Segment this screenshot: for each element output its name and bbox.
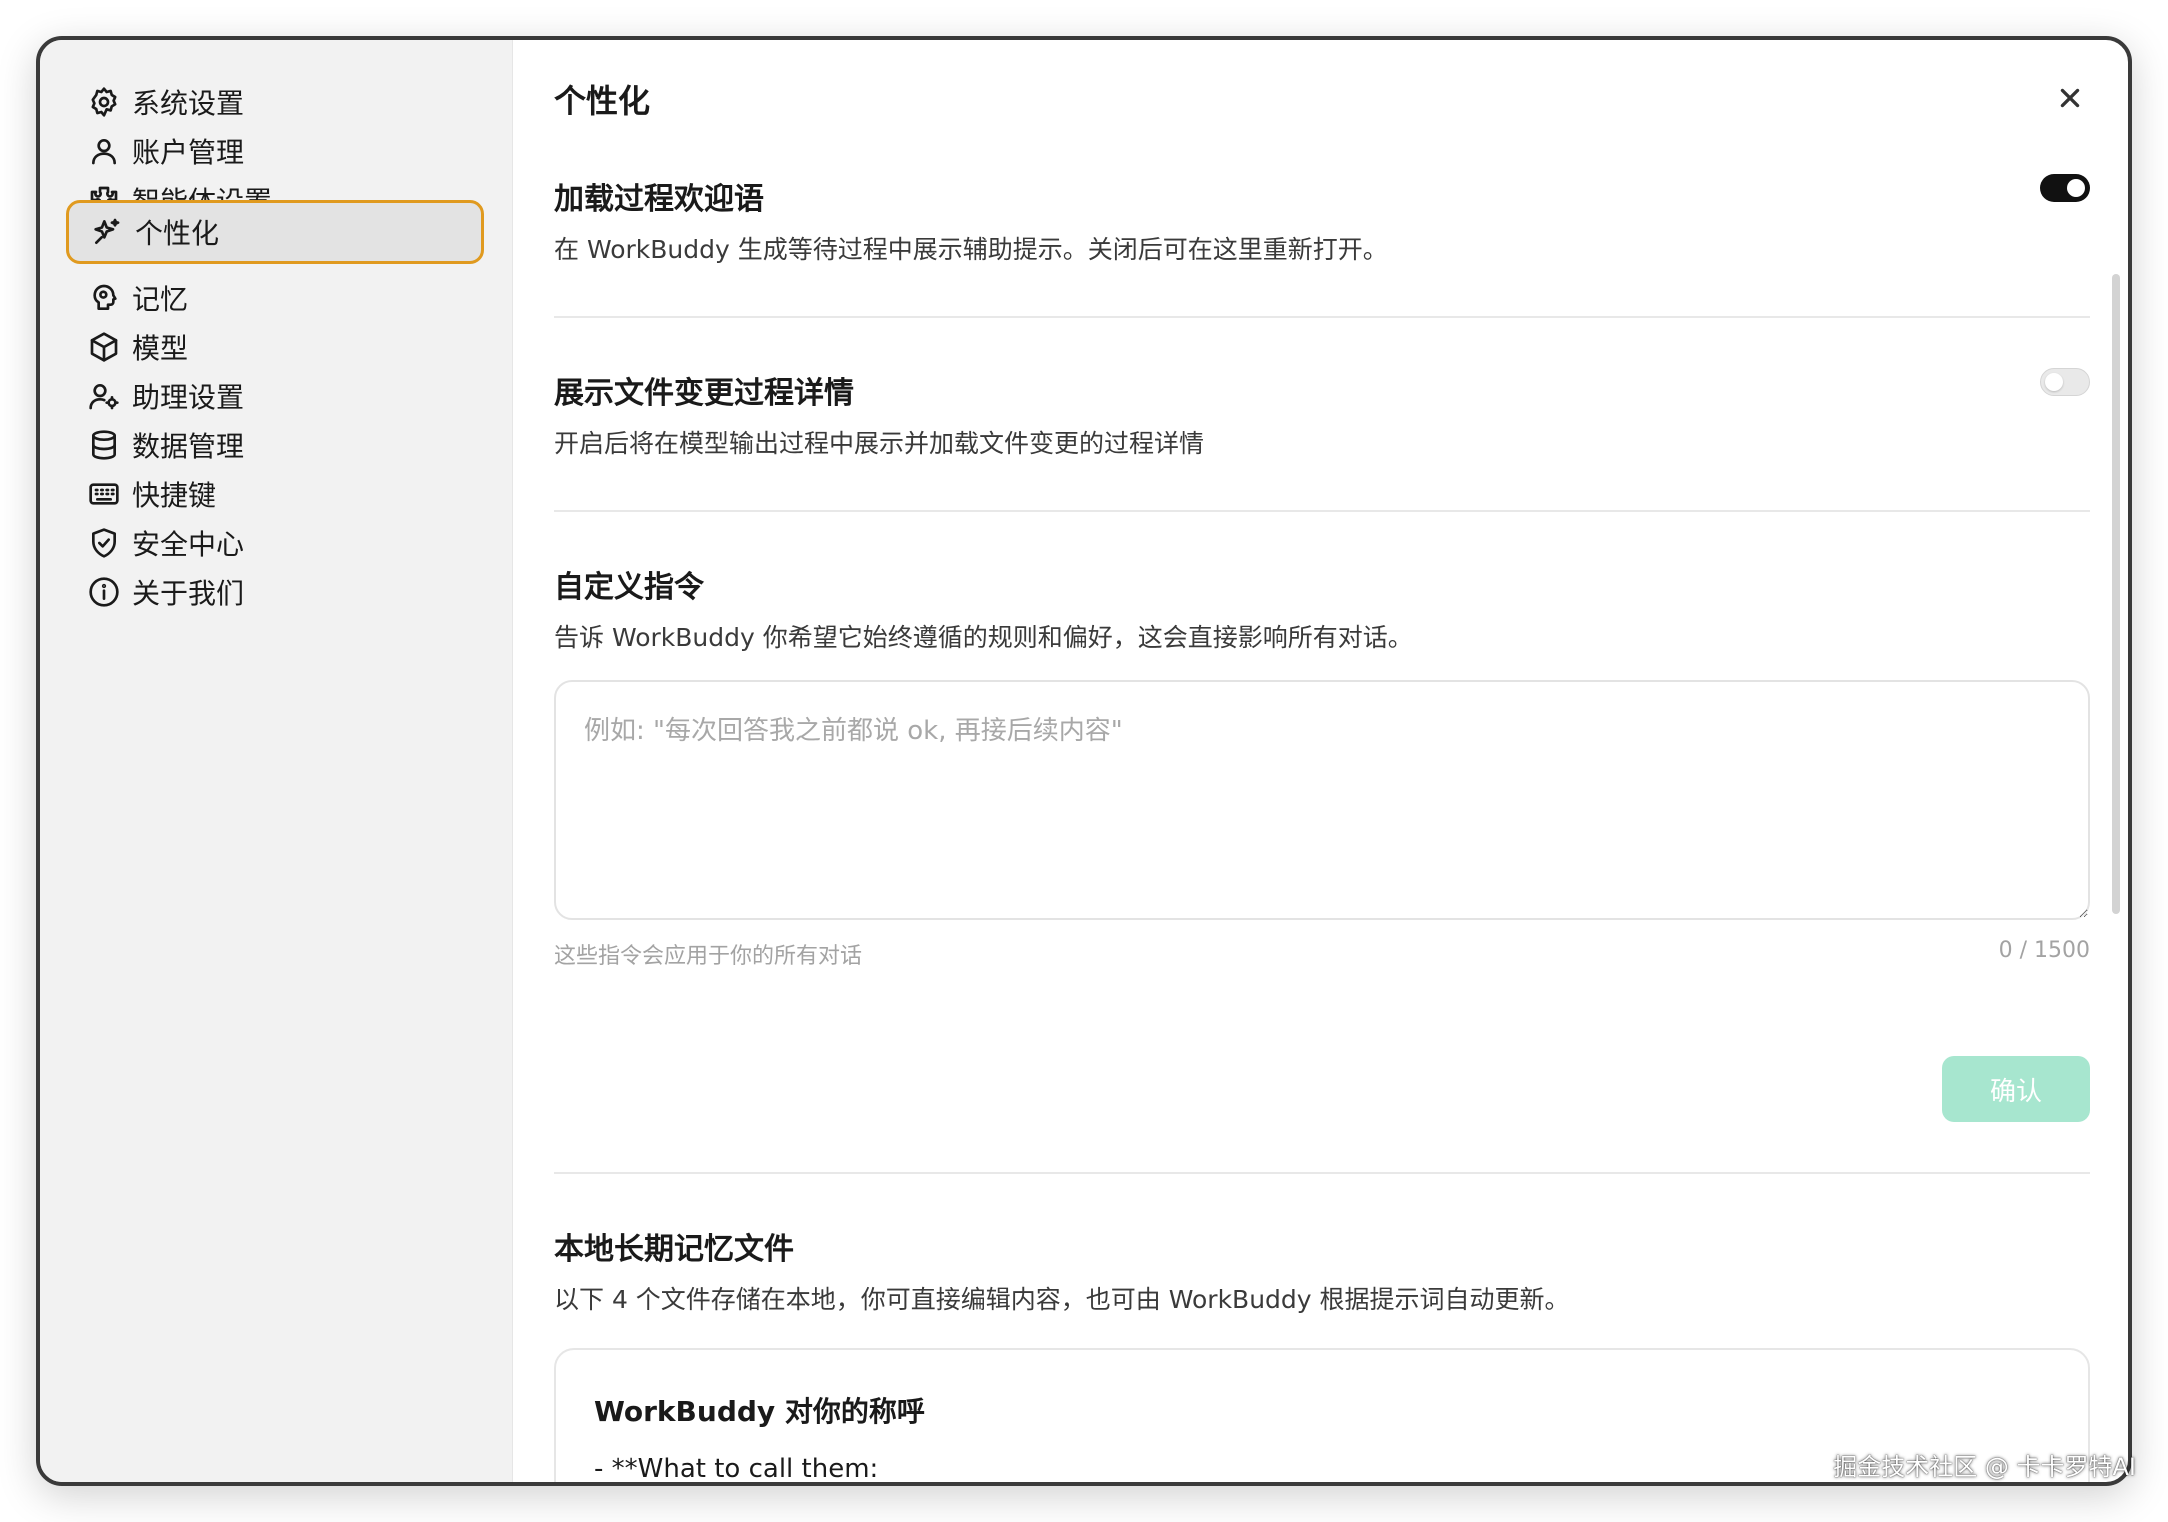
sidebar-item-label: 快捷键 (132, 479, 217, 512)
file-changes-toggle[interactable] (2040, 368, 2090, 396)
memory-files-title: 本地长期记忆文件 (554, 1232, 794, 1267)
sidebar-item-about[interactable]: 关于我们 (66, 560, 484, 624)
sidebar-item-label: 记忆 (132, 283, 189, 316)
settings-window: 系统设置 账户管理 智能体设置 个性化 记忆 (36, 36, 2132, 1486)
sidebar-item-label: 助理设置 (132, 381, 245, 414)
user-icon (86, 133, 122, 169)
database-icon (86, 427, 122, 463)
scrollbar[interactable] (2112, 274, 2120, 914)
divider (554, 510, 2090, 512)
custom-instructions-title: 自定义指令 (554, 570, 704, 605)
sidebar-item-label: 账户管理 (132, 136, 245, 169)
file-changes-section-title: 展示文件变更过程详情 (554, 376, 854, 411)
divider (554, 1172, 2090, 1174)
brain-icon (86, 280, 122, 316)
watermark: 掘金技术社区 @ 卡卡罗特AI (1833, 1453, 2136, 1481)
sparkle-icon (89, 214, 125, 250)
info-icon (86, 574, 122, 610)
gear-icon (86, 84, 122, 120)
sidebar-item-personalization[interactable]: 个性化 (66, 200, 484, 264)
close-button[interactable] (2050, 78, 2090, 118)
sidebar-item-label: 安全中心 (132, 528, 245, 561)
custom-instructions-hint: 这些指令会应用于你的所有对话 (554, 944, 863, 969)
divider (554, 316, 2090, 318)
memory-file-card-content: - **What to call them: (594, 1454, 879, 1484)
custom-instructions-input[interactable] (554, 680, 2090, 920)
close-icon (2060, 88, 2080, 108)
character-counter: 0 / 1500 (1998, 938, 2090, 963)
confirm-button[interactable]: 确认 (1942, 1056, 2090, 1122)
memory-files-desc: 以下 4 个文件存储在本地，你可直接编辑内容，也可由 WorkBuddy 根据提… (554, 1285, 1570, 1314)
cube-icon (86, 329, 122, 365)
keyboard-icon (86, 476, 122, 512)
page-title: 个性化 (554, 82, 651, 120)
shield-icon (86, 525, 122, 561)
sidebar-item-label: 系统设置 (132, 87, 245, 120)
welcome-section-desc: 在 WorkBuddy 生成等待过程中展示辅助提示。关闭后可在这里重新打开。 (554, 235, 1388, 264)
file-changes-section-desc: 开启后将在模型输出过程中展示并加载文件变更的过程详情 (554, 429, 1205, 458)
custom-instructions-desc: 告诉 WorkBuddy 你希望它始终遵循的规则和偏好，这会直接影响所有对话。 (554, 623, 1413, 652)
sidebar: 系统设置 账户管理 智能体设置 个性化 记忆 (40, 40, 513, 1482)
user-gear-icon (86, 378, 122, 414)
sidebar-item-label: 模型 (132, 332, 189, 365)
welcome-toggle[interactable] (2040, 174, 2090, 202)
sidebar-item-label: 数据管理 (132, 430, 245, 463)
memory-file-card-title: WorkBuddy 对你的称呼 (594, 1395, 925, 1428)
sidebar-item-label: 个性化 (135, 217, 220, 250)
sidebar-item-label: 关于我们 (132, 577, 245, 610)
welcome-section-title: 加载过程欢迎语 (554, 182, 764, 217)
main-panel: 个性化 加载过程欢迎语 在 WorkBuddy 生成等待过程中展示辅助提示。关闭… (514, 40, 2128, 1482)
